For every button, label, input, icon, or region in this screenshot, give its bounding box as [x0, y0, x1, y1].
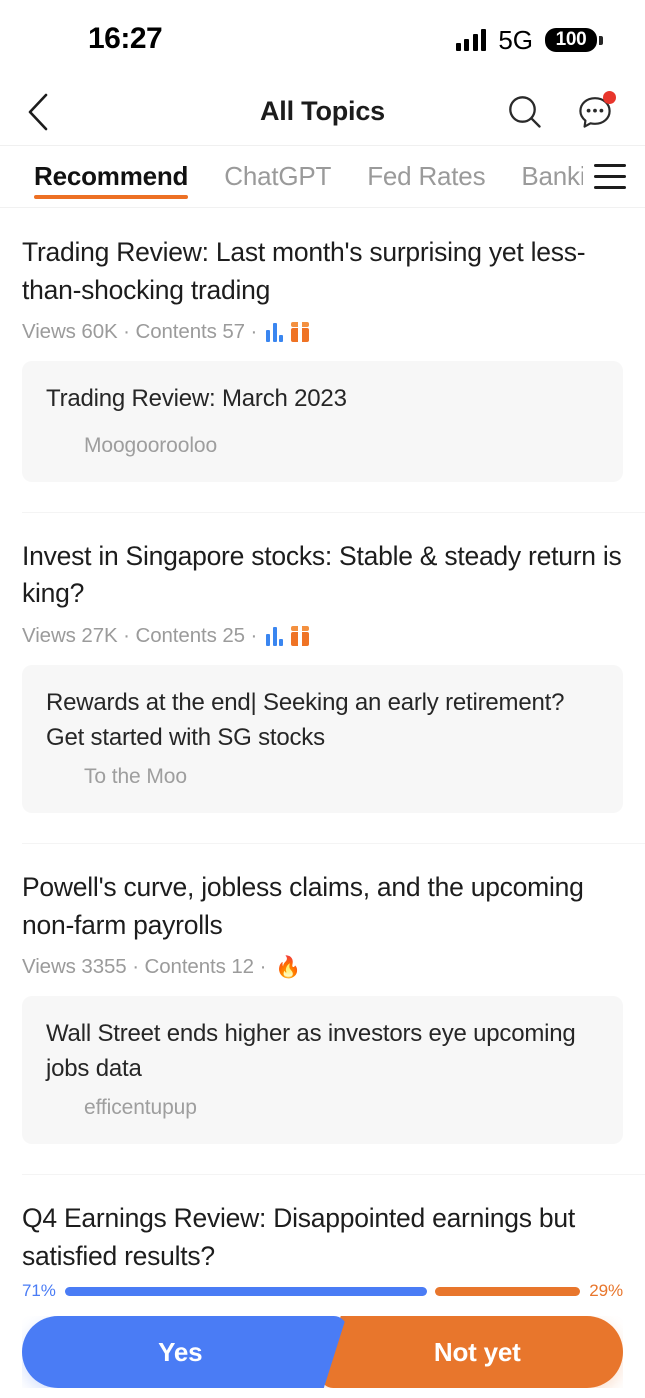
status-indicators: 5G 100 — [455, 24, 603, 56]
battery-full-icon: 100 — [545, 27, 603, 53]
article-title: Trading Review: March 2023 — [46, 385, 347, 413]
cellular-signal-icon — [455, 29, 487, 51]
vote-footer: 71% 29% Yes Not yet — [0, 1278, 645, 1398]
tab-label: Banking T — [521, 161, 583, 191]
flame-icon: 🔥 — [275, 955, 302, 979]
topic-article-card[interactable]: Trading Review: March 2023 Moogoorooloo — [22, 361, 623, 482]
notification-badge — [603, 90, 616, 104]
topic-tab-bar: Recommend ChatGPT Fed Rates Banking T — [0, 146, 645, 208]
network-type-label: 5G — [498, 24, 533, 55]
bar-chart-icon — [266, 626, 284, 646]
tab-label: Recommend — [34, 161, 189, 191]
navigation-bar: All Topics — [0, 78, 645, 146]
tab-banking-trends[interactable]: Banking T — [503, 146, 583, 207]
tab-label: Fed Rates — [367, 161, 486, 191]
vote-no-label: Not yet — [433, 1336, 521, 1367]
topic-title: Q4 Earnings Review: Disappointed earning… — [22, 1203, 575, 1272]
vote-no-button[interactable]: Not yet — [319, 1316, 623, 1388]
tab-recommend[interactable]: Recommend — [16, 146, 206, 207]
tab-active-underline — [34, 195, 189, 199]
topic-title: Invest in Singapore stocks: Stable & ste… — [22, 540, 622, 609]
topic-item[interactable]: Powell's curve, jobless claims, and the … — [0, 843, 645, 1145]
status-bar: 16:27 5G 100 — [0, 0, 645, 78]
topic-article-card[interactable]: Rewards at the end| Seeking an early ret… — [22, 665, 623, 814]
topic-meta-icons — [266, 626, 310, 647]
search-icon — [509, 95, 541, 128]
topic-feed: Trading Review: Last month's surprising … — [0, 208, 645, 1398]
vote-yes-button[interactable]: Yes — [22, 1316, 347, 1388]
vote-buttons: Yes Not yet — [22, 1316, 623, 1398]
tab-fed-rates[interactable]: Fed Rates — [349, 146, 503, 207]
topic-item[interactable]: Invest in Singapore stocks: Stable & ste… — [0, 511, 645, 814]
article-author: To the Moo — [84, 765, 187, 789]
hamburger-menu-icon — [594, 164, 626, 167]
vote-progress-bar: 71% 29% — [0, 1278, 645, 1304]
topic-meta: Views 27K · Contents 25 · — [22, 624, 623, 648]
tab-chatgpt[interactable]: ChatGPT — [206, 146, 349, 207]
article-author: Moogoorooloo — [84, 433, 218, 457]
hamburger-menu-icon — [594, 175, 626, 178]
battery-cap — [599, 35, 603, 45]
battery-percent-label: 100 — [545, 27, 597, 53]
search-button[interactable] — [505, 92, 545, 132]
topic-item[interactable]: Trading Review: Last month's surprising … — [0, 208, 645, 482]
vote-fill-yes — [64, 1286, 427, 1296]
article-author: efficentupup — [84, 1096, 197, 1120]
topic-title: Powell's curve, jobless claims, and the … — [22, 872, 584, 940]
gift-icon — [291, 626, 310, 647]
topic-meta-text: Views 27K · Contents 25 · — [22, 624, 258, 648]
topic-meta: Views 60K · Contents 57 · — [22, 320, 623, 344]
topic-meta-text: Views 3355 · Contents 12 · — [22, 955, 267, 979]
article-title: Rewards at the end| Seeking an early ret… — [46, 689, 565, 751]
vote-yes-label: Yes — [158, 1336, 203, 1367]
topic-article-card[interactable]: Wall Street ends higher as investors eye… — [22, 996, 623, 1145]
vote-fill-no — [434, 1286, 581, 1296]
topic-meta-icons — [266, 322, 310, 343]
chevron-left-icon — [28, 93, 48, 130]
topic-meta: Views 3355 · Contents 12 · 🔥 — [22, 955, 623, 979]
vote-left-percent: 71% — [22, 1281, 56, 1300]
tab-label: ChatGPT — [224, 161, 332, 191]
hamburger-menu-icon — [594, 186, 626, 189]
topic-title: Trading Review: Last month's surprising … — [22, 237, 586, 305]
tab-list: Recommend ChatGPT Fed Rates Banking T — [0, 146, 583, 207]
status-time: 16:27 — [88, 22, 163, 55]
vote-track — [64, 1286, 581, 1296]
bar-chart-icon — [266, 322, 284, 342]
all-tabs-menu-button[interactable] — [583, 146, 645, 207]
topic-meta-icons: 🔥 — [275, 957, 301, 978]
messages-button[interactable] — [575, 90, 616, 132]
nav-actions — [505, 90, 645, 132]
article-title: Wall Street ends higher as investors eye… — [46, 1020, 576, 1082]
phone-screen: 16:27 5G 100 All Topics Recommend ChatGP… — [0, 0, 645, 1398]
gift-icon — [291, 322, 310, 343]
topic-meta-text: Views 60K · Contents 57 · — [22, 320, 258, 344]
vote-right-percent: 29% — [589, 1281, 623, 1300]
back-button[interactable] — [0, 93, 76, 131]
